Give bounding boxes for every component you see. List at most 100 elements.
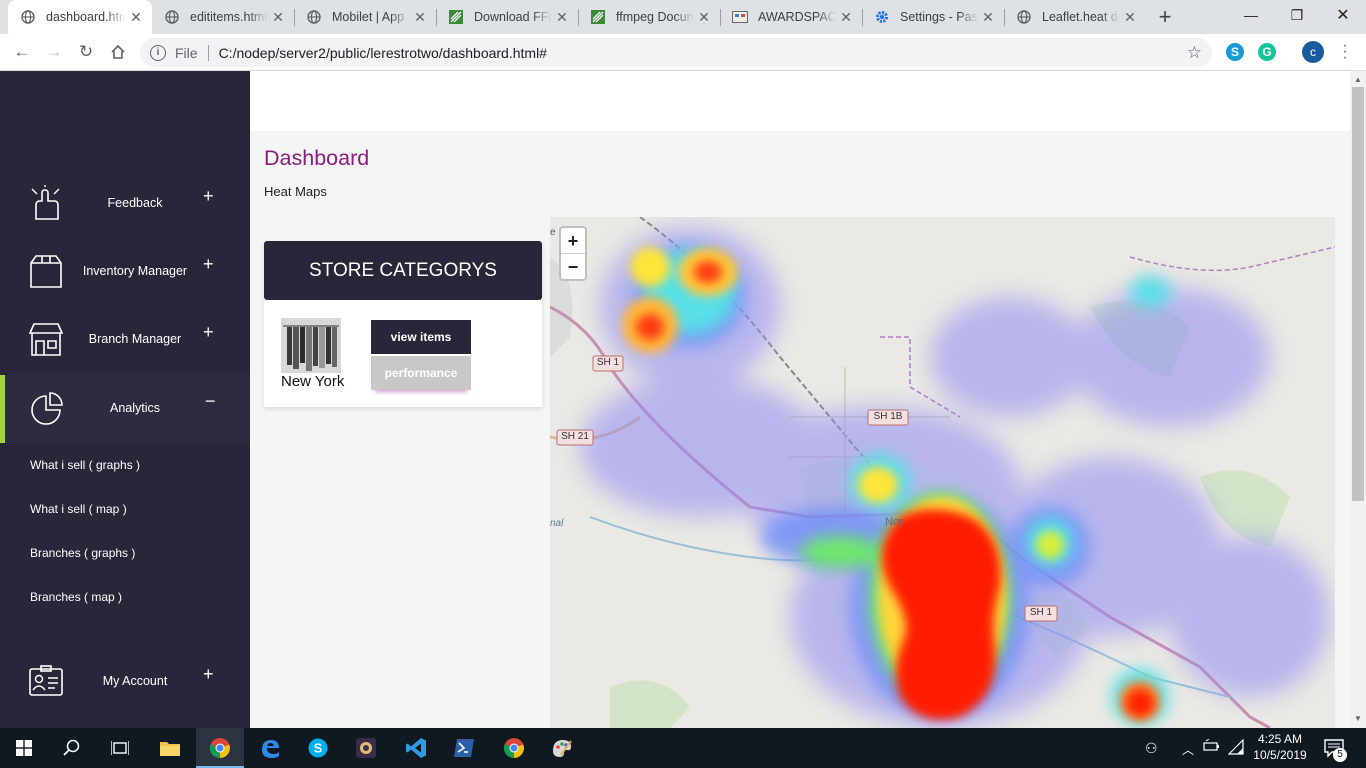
address-bar[interactable]: i File C:/nodep/server2/public/lerestrot… xyxy=(140,38,1212,67)
close-icon[interactable]: ✕ xyxy=(126,9,146,26)
system-clock[interactable]: 4:25 AM 10/5/2019 xyxy=(1250,731,1310,763)
browser-tab[interactable]: Settings - Pass ✕ xyxy=(862,0,1004,34)
skype-icon[interactable]: S xyxy=(294,728,342,768)
sidebar-item-label: My Account xyxy=(102,674,168,688)
place-label: Nor xyxy=(885,516,903,528)
page-title: Dashboard xyxy=(264,146,370,170)
top-header-bar xyxy=(250,71,1350,131)
wifi-icon[interactable] xyxy=(1227,738,1244,758)
vscode-icon[interactable] xyxy=(392,728,440,768)
collapse-minus-icon[interactable]: − xyxy=(205,391,216,412)
close-icon[interactable]: ✕ xyxy=(694,9,714,26)
view-items-button[interactable]: view items xyxy=(371,320,471,354)
browser-toolbar: ← → ↻ i File C:/nodep/server2/public/ler… xyxy=(0,34,1366,71)
forward-arrow-icon[interactable]: → xyxy=(42,40,66,64)
chrome-icon[interactable] xyxy=(490,728,538,768)
account-icon xyxy=(29,665,63,696)
box-icon xyxy=(30,255,62,288)
close-icon[interactable]: ✕ xyxy=(410,9,430,26)
chevron-up-icon[interactable]: ︿ xyxy=(1182,741,1194,758)
battery-icon[interactable] xyxy=(1203,738,1221,756)
edge-icon[interactable] xyxy=(246,728,294,768)
browser-tab[interactable]: AWARDSPACE ✕ xyxy=(720,0,862,34)
browser-tab[interactable]: ffmpeg Docum ✕ xyxy=(578,0,720,34)
windows-taskbar: S ⚇ ︿ 4:25 AM 10/5/2019 5 xyxy=(0,728,1366,768)
file-explorer-icon[interactable] xyxy=(146,728,194,768)
sidebar-item-my-account[interactable]: My Account + xyxy=(0,648,250,716)
chrome-icon[interactable] xyxy=(196,728,244,768)
search-icon[interactable] xyxy=(48,728,96,768)
expand-plus-icon[interactable]: + xyxy=(203,664,214,685)
home-icon[interactable] xyxy=(106,40,130,64)
app-icon[interactable] xyxy=(342,728,390,768)
close-icon[interactable]: ✕ xyxy=(268,9,288,26)
store-name: New York xyxy=(281,373,345,390)
url-text[interactable]: C:/nodep/server2/public/lerestrotwo/dash… xyxy=(219,45,547,61)
svg-text:S: S xyxy=(314,741,323,756)
tab-title: AWARDSPACE xyxy=(758,10,836,24)
place-label: nal xyxy=(550,518,564,529)
menu-kebab-icon[interactable]: · · · xyxy=(1340,38,1350,66)
url-scheme: File xyxy=(175,44,198,61)
page-subtitle: Heat Maps xyxy=(264,184,327,199)
notification-count-badge: 5 xyxy=(1333,748,1347,762)
tab-title: Settings - Pass xyxy=(900,10,978,24)
heat-map[interactable]: SH 1 SH 21 SH 1B SH 1 Nor nal e + − xyxy=(550,217,1335,728)
maximize-icon[interactable]: ❐ xyxy=(1274,0,1320,30)
sidebar-subitem-branches-map[interactable]: Branches ( map ) xyxy=(30,590,122,604)
new-tab-button[interactable]: + xyxy=(1154,4,1176,30)
close-icon[interactable]: ✕ xyxy=(552,9,572,26)
scrollbar-thumb[interactable] xyxy=(1352,87,1364,501)
scroll-down-arrow-icon[interactable]: ▼ xyxy=(1354,714,1362,723)
sidebar: Feedback + Inventory Manager + Branch Ma… xyxy=(0,71,250,728)
map-zoom-control: + − xyxy=(559,226,587,281)
sidebar-subitem-what-i-sell-map[interactable]: What i sell ( map ) xyxy=(30,502,127,516)
info-icon[interactable]: i xyxy=(150,44,166,61)
ffmpeg-icon xyxy=(590,9,606,25)
profile-avatar[interactable]: c xyxy=(1302,41,1324,63)
sidebar-subitem-what-i-sell-graphs[interactable]: What i sell ( graphs ) xyxy=(30,458,140,472)
zoom-in-button[interactable]: + xyxy=(561,228,585,254)
analytics-icon xyxy=(31,392,63,425)
browser-tab[interactable]: Leaflet.heat de ✕ xyxy=(1004,0,1146,34)
heat-map-canvas xyxy=(550,217,1335,728)
globe-icon xyxy=(306,9,322,25)
back-arrow-icon[interactable]: ← xyxy=(10,40,34,64)
sidebar-item-feedback[interactable]: Feedback + xyxy=(0,170,250,238)
close-window-icon[interactable]: ✕ xyxy=(1320,0,1366,30)
globe-icon xyxy=(20,9,36,25)
windows-start-icon[interactable] xyxy=(0,728,48,768)
powershell-icon[interactable] xyxy=(440,728,488,768)
close-icon[interactable]: ✕ xyxy=(836,9,856,26)
grammarly-extension-icon[interactable]: G xyxy=(1258,43,1276,61)
tab-title: Mobilet | App xyxy=(332,10,405,24)
expand-plus-icon[interactable]: + xyxy=(203,186,214,207)
page-scrollbar[interactable]: ▲ ▼ xyxy=(1350,71,1366,728)
expand-plus-icon[interactable]: + xyxy=(203,322,214,343)
performance-button[interactable]: performance xyxy=(371,356,471,390)
minimize-icon[interactable]: — xyxy=(1228,0,1274,30)
expand-plus-icon[interactable]: + xyxy=(203,254,214,275)
skype-extension-icon[interactable]: S xyxy=(1226,43,1244,61)
browser-tab[interactable]: Download FFm ✕ xyxy=(436,0,578,34)
task-view-icon[interactable] xyxy=(96,728,144,768)
close-icon[interactable]: ✕ xyxy=(1120,9,1140,26)
paint-icon[interactable] xyxy=(538,728,586,768)
tab-title: edititems.html xyxy=(190,10,268,24)
close-icon[interactable]: ✕ xyxy=(978,9,998,26)
sidebar-item-analytics[interactable]: Analytics − xyxy=(0,375,250,443)
sidebar-subitem-branches-graphs[interactable]: Branches ( graphs ) xyxy=(30,546,135,560)
zoom-out-button[interactable]: − xyxy=(561,254,585,280)
road-label: SH 21 xyxy=(561,431,589,442)
browser-tab[interactable]: edititems.html ✕ xyxy=(152,0,294,34)
sidebar-item-inventory-manager[interactable]: Inventory Manager + xyxy=(0,238,250,306)
browser-tab[interactable]: Mobilet | App ✕ xyxy=(294,0,436,34)
reload-icon[interactable]: ↻ xyxy=(74,40,98,64)
browser-tab[interactable]: dashboard.html ✕ xyxy=(8,0,152,34)
sidebar-item-label: Inventory Manager xyxy=(82,264,188,278)
people-icon[interactable]: ⚇ xyxy=(1145,740,1158,757)
sidebar-item-branch-manager[interactable]: Branch Manager + xyxy=(0,306,250,374)
store-icon xyxy=(28,323,64,356)
scroll-up-arrow-icon[interactable]: ▲ xyxy=(1354,75,1362,84)
bookmark-star-icon[interactable]: ☆ xyxy=(1187,43,1202,63)
